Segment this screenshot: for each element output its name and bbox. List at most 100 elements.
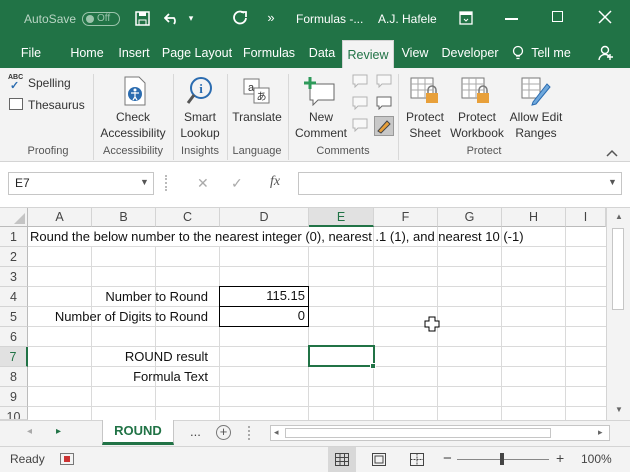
column-header-c[interactable]: C: [156, 208, 220, 227]
tab-splitter-handle[interactable]: [248, 426, 250, 440]
cell-c4[interactable]: Number to Round: [28, 287, 208, 307]
row-header-5[interactable]: 5: [0, 307, 28, 327]
cancel-icon[interactable]: ✕: [197, 175, 209, 192]
column-header-e[interactable]: E: [309, 208, 374, 227]
row-header-2[interactable]: 2: [0, 247, 28, 267]
zoom-in-icon[interactable]: +: [556, 450, 564, 466]
page-break-view-icon[interactable]: [410, 453, 424, 469]
name-box-dropdown-icon[interactable]: ▼: [140, 177, 149, 187]
thesaurus-button[interactable]: Thesaurus: [8, 96, 88, 114]
cell-d4[interactable]: 115.15: [219, 286, 309, 307]
scroll-sheets-right-icon[interactable]: ▸: [56, 426, 61, 437]
expand-formula-icon[interactable]: ▼: [608, 177, 617, 187]
sheet-tab-round[interactable]: ROUND: [102, 420, 174, 445]
tab-home[interactable]: Home: [65, 38, 109, 68]
row-header-7[interactable]: 7: [0, 347, 28, 367]
row-header-1[interactable]: 1: [0, 227, 28, 247]
autosave-toggle[interactable]: Off: [82, 12, 120, 26]
column-header-b[interactable]: B: [92, 208, 156, 227]
tab-review[interactable]: Review: [342, 40, 394, 68]
tab-page-layout[interactable]: Page Layout: [160, 38, 234, 68]
tab-developer[interactable]: Developer: [440, 38, 500, 68]
tab-data[interactable]: Data: [305, 38, 339, 68]
collapse-ribbon-icon[interactable]: [606, 146, 618, 160]
more-commands-icon[interactable]: »: [262, 10, 280, 25]
undo-dropdown-icon[interactable]: ▾: [182, 13, 200, 24]
delete-comment-icon[interactable]: [352, 74, 368, 90]
zoom-slider-thumb[interactable]: [500, 453, 504, 465]
smart-lookup-button[interactable]: i Smart Lookup: [176, 74, 224, 142]
tab-view[interactable]: View: [398, 38, 432, 68]
page-layout-view-icon[interactable]: [372, 453, 386, 469]
row-header-3[interactable]: 3: [0, 267, 28, 287]
add-sheet-icon[interactable]: +: [216, 425, 231, 440]
allow-edit-ranges-button[interactable]: Allow Edit Ranges: [506, 74, 566, 142]
enter-icon[interactable]: ✓: [231, 175, 243, 192]
scroll-left-icon[interactable]: ◂: [274, 427, 279, 438]
share-icon[interactable]: [598, 45, 614, 64]
group-separator: [288, 74, 289, 160]
translate-button[interactable]: aあ Translate: [230, 74, 284, 142]
spelling-button[interactable]: ABC ✓ Spelling: [8, 74, 88, 92]
tab-formulas[interactable]: Formulas: [240, 38, 298, 68]
row-header-8[interactable]: 8: [0, 367, 28, 387]
splitter-handle[interactable]: [165, 175, 167, 191]
cell-d5[interactable]: 0: [219, 306, 309, 327]
cell-c7[interactable]: ROUND result: [28, 347, 208, 367]
show-comments-icon[interactable]: [376, 74, 392, 90]
column-header-a[interactable]: A: [28, 208, 92, 227]
user-name[interactable]: A.J. Hafele: [378, 12, 437, 26]
row-header-4[interactable]: 4: [0, 287, 28, 307]
new-comment-button[interactable]: New Comment: [292, 74, 348, 142]
select-all-corner[interactable]: [0, 208, 28, 227]
name-box[interactable]: E7: [8, 172, 154, 195]
cell-a1[interactable]: Round the below number to the nearest in…: [30, 227, 524, 247]
cell-c5[interactable]: Number of Digits to Round: [28, 307, 208, 327]
undo-icon[interactable]: [163, 10, 180, 29]
column-header-i[interactable]: I: [566, 208, 606, 227]
show-ink-icon[interactable]: [374, 116, 394, 136]
tell-me-search[interactable]: Tell me: [528, 38, 574, 68]
cell-c8[interactable]: Formula Text: [28, 367, 208, 387]
column-header-g[interactable]: G: [438, 208, 502, 227]
next-comment-icon[interactable]: [352, 118, 368, 134]
fill-handle[interactable]: [370, 363, 376, 369]
column-header-h[interactable]: H: [502, 208, 566, 227]
tab-file[interactable]: File: [12, 38, 50, 68]
previous-comment-icon[interactable]: [352, 96, 368, 112]
worksheet-grid[interactable]: Round the below number to the nearest in…: [28, 227, 606, 420]
smart-lookup-icon: i: [186, 76, 214, 109]
redo-icon[interactable]: [232, 10, 248, 29]
protect-workbook-button[interactable]: Protect Workbook: [448, 74, 506, 142]
vertical-scrollbar[interactable]: ▲ ▼: [606, 208, 630, 420]
formula-input[interactable]: [298, 172, 622, 195]
tab-insert[interactable]: Insert: [114, 38, 154, 68]
protect-sheet-button[interactable]: Protect Sheet: [402, 74, 448, 142]
row-header-6[interactable]: 6: [0, 327, 28, 347]
check-accessibility-button[interactable]: Check Accessibility: [97, 74, 169, 142]
normal-view-button[interactable]: [328, 447, 356, 472]
scroll-up-icon[interactable]: ▲: [615, 212, 623, 221]
row-header-9[interactable]: 9: [0, 387, 28, 407]
zoom-out-icon[interactable]: −: [443, 450, 452, 467]
row-header-10[interactable]: 10: [0, 407, 28, 420]
column-header-f[interactable]: F: [374, 208, 438, 227]
scroll-down-icon[interactable]: ▼: [615, 405, 623, 414]
column-header-d[interactable]: D: [220, 208, 309, 227]
more-sheets-button[interactable]: ...: [190, 424, 201, 439]
save-icon[interactable]: [135, 11, 150, 26]
zoom-level[interactable]: 100%: [581, 452, 612, 466]
macro-record-icon[interactable]: [60, 453, 74, 465]
vertical-scroll-thumb[interactable]: [612, 228, 624, 310]
insert-function-icon[interactable]: fx: [270, 174, 280, 190]
ribbon-display-icon[interactable]: [459, 11, 473, 28]
close-icon[interactable]: [598, 10, 612, 27]
maximize-icon[interactable]: [552, 11, 563, 22]
horizontal-scrollbar[interactable]: ◂ ▸: [270, 425, 610, 441]
show-all-comments-icon[interactable]: [376, 96, 392, 112]
selected-cell-e7[interactable]: [308, 345, 375, 367]
minimize-icon[interactable]: [505, 18, 518, 20]
scroll-sheets-left-icon[interactable]: ◂: [27, 426, 32, 437]
scroll-right-icon[interactable]: ▸: [598, 427, 603, 438]
horizontal-scroll-thumb[interactable]: [285, 428, 551, 438]
